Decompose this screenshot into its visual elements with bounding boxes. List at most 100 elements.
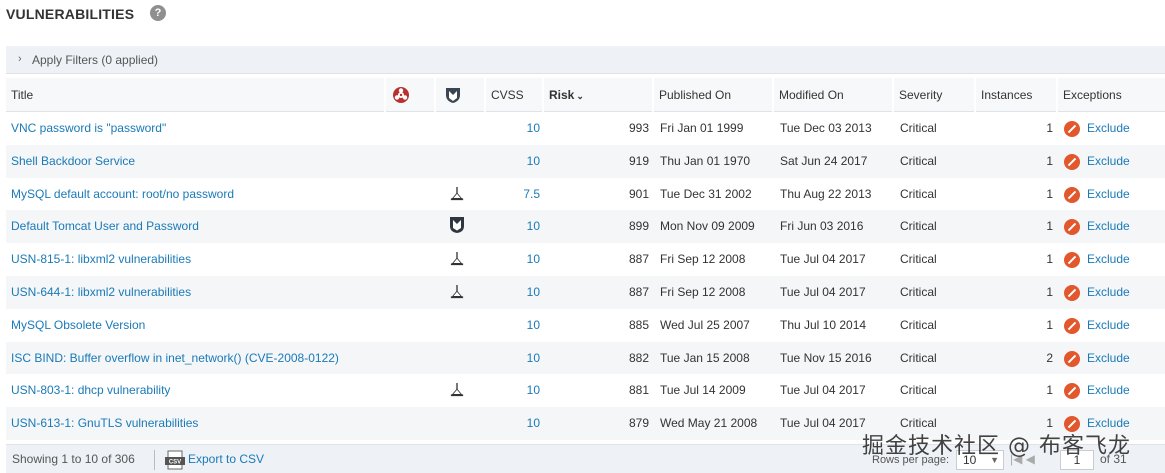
exploit-db-icon[interactable] <box>450 284 464 300</box>
exclude-link[interactable]: Exclude <box>1087 112 1157 145</box>
vulnerability-title-link[interactable]: Default Tomcat User and Password <box>11 210 383 243</box>
exclude-icon[interactable] <box>1064 383 1080 400</box>
table-row: Default Tomcat User and Password 10 899 Mon… <box>6 210 1165 244</box>
footer-divider <box>154 450 155 470</box>
risk-score: 882 <box>628 350 649 365</box>
exclude-link[interactable]: Exclude <box>1087 178 1157 211</box>
csv-file-icon[interactable]: CSV <box>164 450 186 470</box>
export-csv-link[interactable]: Export to CSV <box>188 452 264 466</box>
table-body: VNC password is "password" 10 993 Fri Jan 0… <box>6 112 1165 440</box>
severity-value: Critical <box>900 121 937 135</box>
published-date: Wed Jul 25 2007 <box>660 317 750 332</box>
published-date: Mon Nov 09 2009 <box>660 219 755 234</box>
vulnerability-title-link[interactable]: VNC password is "password" <box>11 112 383 145</box>
instances-count: 1 <box>1046 317 1053 332</box>
exclude-icon[interactable] <box>1064 219 1080 236</box>
biohazard-icon <box>393 87 409 103</box>
exclude-link[interactable]: Exclude <box>1087 145 1157 178</box>
column-header-exceptions[interactable]: Exceptions <box>1058 78 1165 112</box>
column-header-cvss[interactable]: CVSS <box>486 78 544 112</box>
risk-score: 885 <box>628 317 649 332</box>
apply-filters-label: Apply Filters (0 applied) <box>32 53 159 67</box>
severity-value: Critical <box>900 350 937 365</box>
exclude-icon[interactable] <box>1064 252 1080 269</box>
column-header-malware[interactable] <box>386 78 436 112</box>
vulnerability-title-link[interactable]: MySQL default account: root/no password <box>11 178 383 211</box>
risk-score: 993 <box>628 121 649 135</box>
table-row: USN-815-1: libxml2 vulnerabilities 10 887 F… <box>6 243 1165 276</box>
column-header-modified[interactable]: Modified On <box>774 78 894 112</box>
table-row: Shell Backdoor Service 10 919 Thu Jan 01 19… <box>6 144 1165 178</box>
column-header-exploit[interactable] <box>436 78 486 112</box>
cvss-score-link[interactable]: 10 <box>486 309 540 342</box>
cvss-score-link[interactable]: 7.5 <box>486 178 540 211</box>
vulnerabilities-table: Title CVSS Risk ⌄ Published On Modified … <box>6 78 1165 440</box>
cvss-score-link[interactable]: 10 <box>486 276 540 309</box>
severity-value: Critical <box>900 153 937 168</box>
risk-header-label: Risk <box>549 88 575 102</box>
modified-date: Thu Jul 10 2014 <box>780 317 867 332</box>
exclude-icon[interactable] <box>1064 284 1080 301</box>
exclude-link[interactable]: Exclude <box>1087 276 1157 309</box>
cvss-score-link[interactable]: 10 <box>486 210 540 243</box>
exploit-db-icon[interactable] <box>450 251 464 267</box>
published-date: Tue Dec 31 2002 <box>660 186 752 201</box>
table-header: Title CVSS Risk ⌄ Published On Modified … <box>6 78 1165 112</box>
exclude-link[interactable]: Exclude <box>1087 243 1157 276</box>
cvss-score-link[interactable]: 10 <box>486 243 540 276</box>
watermark-text: 掘金技术社区 @ 布客飞龙 <box>862 434 1131 459</box>
vulnerability-title-link[interactable]: USN-644-1: libxml2 vulnerabilities <box>11 276 383 309</box>
exclude-link[interactable]: Exclude <box>1087 342 1157 375</box>
vulnerability-title-link[interactable]: USN-613-1: GnuTLS vulnerabilities <box>11 407 383 440</box>
exclude-link[interactable]: Exclude <box>1087 309 1157 342</box>
severity-value: Critical <box>900 284 937 299</box>
published-date: Tue Jul 14 2009 <box>660 383 746 398</box>
vulnerability-title-link[interactable]: USN-803-1: dhcp vulnerability <box>11 374 383 407</box>
exploit-db-icon[interactable] <box>450 382 464 398</box>
vulnerability-title-link[interactable]: ISC BIND: Buffer overflow in inet_networ… <box>11 342 383 375</box>
risk-score: 879 <box>628 416 649 431</box>
column-header-title[interactable]: Title <box>6 78 386 112</box>
cvss-score-link[interactable]: 10 <box>486 374 540 407</box>
vulnerability-title-link[interactable]: MySQL Obsolete Version <box>11 309 383 342</box>
severity-value: Critical <box>900 383 937 398</box>
cvss-score-link[interactable]: 10 <box>486 145 540 178</box>
apply-filters-bar[interactable]: › Apply Filters (0 applied) <box>6 46 1165 74</box>
exclude-icon[interactable] <box>1064 317 1080 334</box>
column-header-published[interactable]: Published On <box>654 78 774 112</box>
exclude-icon[interactable] <box>1064 186 1080 203</box>
showing-count: Showing 1 to 10 of 306 <box>12 452 135 466</box>
modified-date: Tue Jul 04 2017 <box>780 284 866 299</box>
severity-value: Critical <box>900 317 937 332</box>
table-row: USN-803-1: dhcp vulnerability 10 881 Tue Ju… <box>6 374 1165 407</box>
column-header-instances[interactable]: Instances <box>976 78 1058 112</box>
exclude-icon[interactable] <box>1064 350 1080 367</box>
instances-count: 1 <box>1046 284 1053 299</box>
risk-score: 901 <box>628 186 649 201</box>
risk-score: 919 <box>628 153 649 168</box>
modified-date: Tue Jul 04 2017 <box>780 383 866 398</box>
vulnerability-title-link[interactable]: Shell Backdoor Service <box>11 145 383 178</box>
cvss-score-link[interactable]: 10 <box>486 407 540 440</box>
instances-count: 1 <box>1046 252 1053 267</box>
cvss-score-link[interactable]: 10 <box>486 342 540 375</box>
modified-date: Thu Aug 22 2013 <box>780 186 872 201</box>
modified-date: Sat Jun 24 2017 <box>780 153 868 168</box>
risk-score: 887 <box>628 284 649 299</box>
published-date: Fri Sep 12 2008 <box>660 252 746 267</box>
cvss-score-link[interactable]: 10 <box>486 112 540 145</box>
exclude-link[interactable]: Exclude <box>1087 374 1157 407</box>
exploit-db-icon[interactable] <box>450 186 464 202</box>
column-header-risk[interactable]: Risk ⌄ <box>544 78 654 112</box>
exclude-icon[interactable] <box>1064 121 1080 137</box>
table-row: VNC password is "password" 10 993 Fri Jan 0… <box>6 112 1165 145</box>
vulnerability-title-link[interactable]: USN-815-1: libxml2 vulnerabilities <box>11 243 383 276</box>
metasploit-shield-icon <box>446 88 460 103</box>
help-icon[interactable]: ? <box>150 5 166 21</box>
column-header-severity[interactable]: Severity <box>894 78 976 112</box>
vulnerabilities-panel: › Apply Filters (0 applied) Title CVSS R… <box>6 46 1165 473</box>
published-date: Tue Jan 15 2008 <box>660 350 750 365</box>
exclude-icon[interactable] <box>1064 153 1080 170</box>
metasploit-icon[interactable] <box>449 216 465 234</box>
exclude-link[interactable]: Exclude <box>1087 210 1157 243</box>
